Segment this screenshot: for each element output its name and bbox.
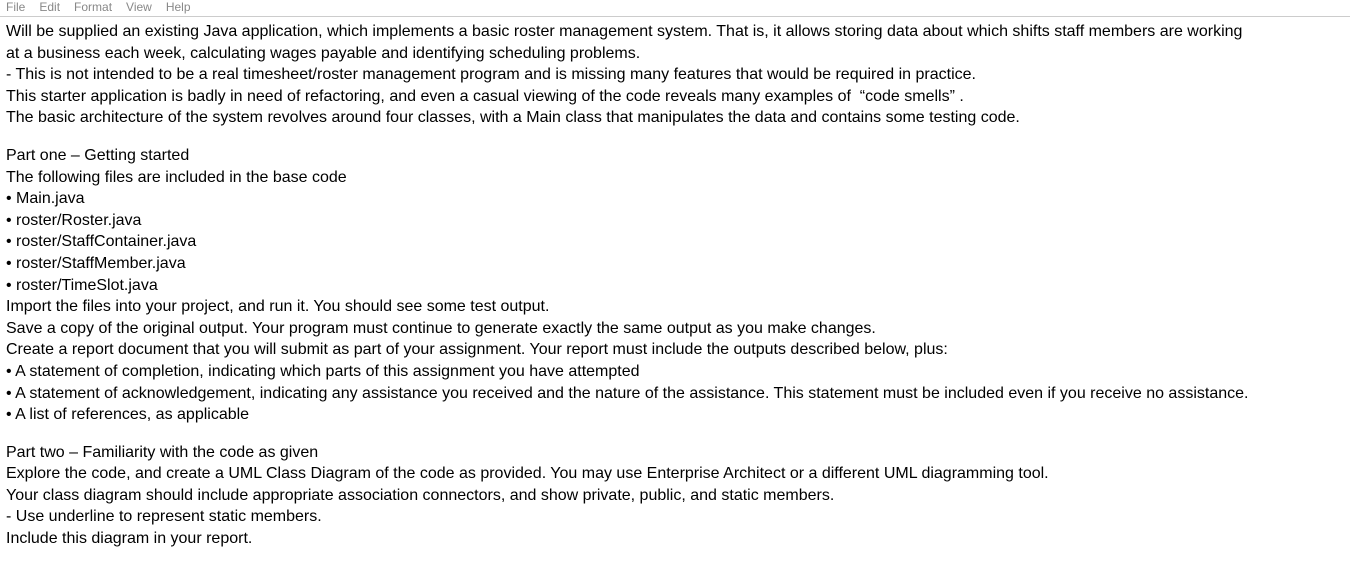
document-content[interactable]: Will be supplied an existing Java applic… [0,17,1350,570]
intro-line: This starter application is badly in nee… [6,86,1344,108]
menubar: File Edit Format View Help [0,0,1350,17]
part2-line: - Use underline to represent static memb… [6,506,1344,528]
file-list-item: • roster/StaffMember.java [6,253,1344,275]
blank-line [6,426,1344,442]
part1-instruction: Import the files into your project, and … [6,296,1344,318]
menu-format[interactable]: Format [74,0,112,14]
file-list-item: • Main.java [6,188,1344,210]
file-list-item: • roster/Roster.java [6,210,1344,232]
menu-file[interactable]: File [6,0,25,14]
blank-line [6,129,1344,145]
intro-line: at a business each week, calculating wag… [6,43,1344,65]
part2-title: Part two – Familiarity with the code as … [6,442,1344,464]
part1-instruction: Create a report document that you will s… [6,339,1344,361]
part2-line: Include this diagram in your report. [6,528,1344,550]
file-list-item: • roster/StaffContainer.java [6,231,1344,253]
requirement-list-item: • A statement of completion, indicating … [6,361,1344,383]
intro-line: - This is not intended to be a real time… [6,64,1344,86]
menu-edit[interactable]: Edit [39,0,60,14]
part1-instruction: Save a copy of the original output. Your… [6,318,1344,340]
requirement-list-item: • A statement of acknowledgement, indica… [6,383,1344,405]
intro-line: Will be supplied an existing Java applic… [6,21,1344,43]
part1-line: The following files are included in the … [6,167,1344,189]
file-list-item: • roster/TimeSlot.java [6,275,1344,297]
part1-title: Part one – Getting started [6,145,1344,167]
intro-line: The basic architecture of the system rev… [6,107,1344,129]
menu-help[interactable]: Help [166,0,191,14]
requirement-list-item: • A list of references, as applicable [6,404,1344,426]
menu-view[interactable]: View [126,0,152,14]
part2-line: Your class diagram should include approp… [6,485,1344,507]
part2-line: Explore the code, and create a UML Class… [6,463,1344,485]
